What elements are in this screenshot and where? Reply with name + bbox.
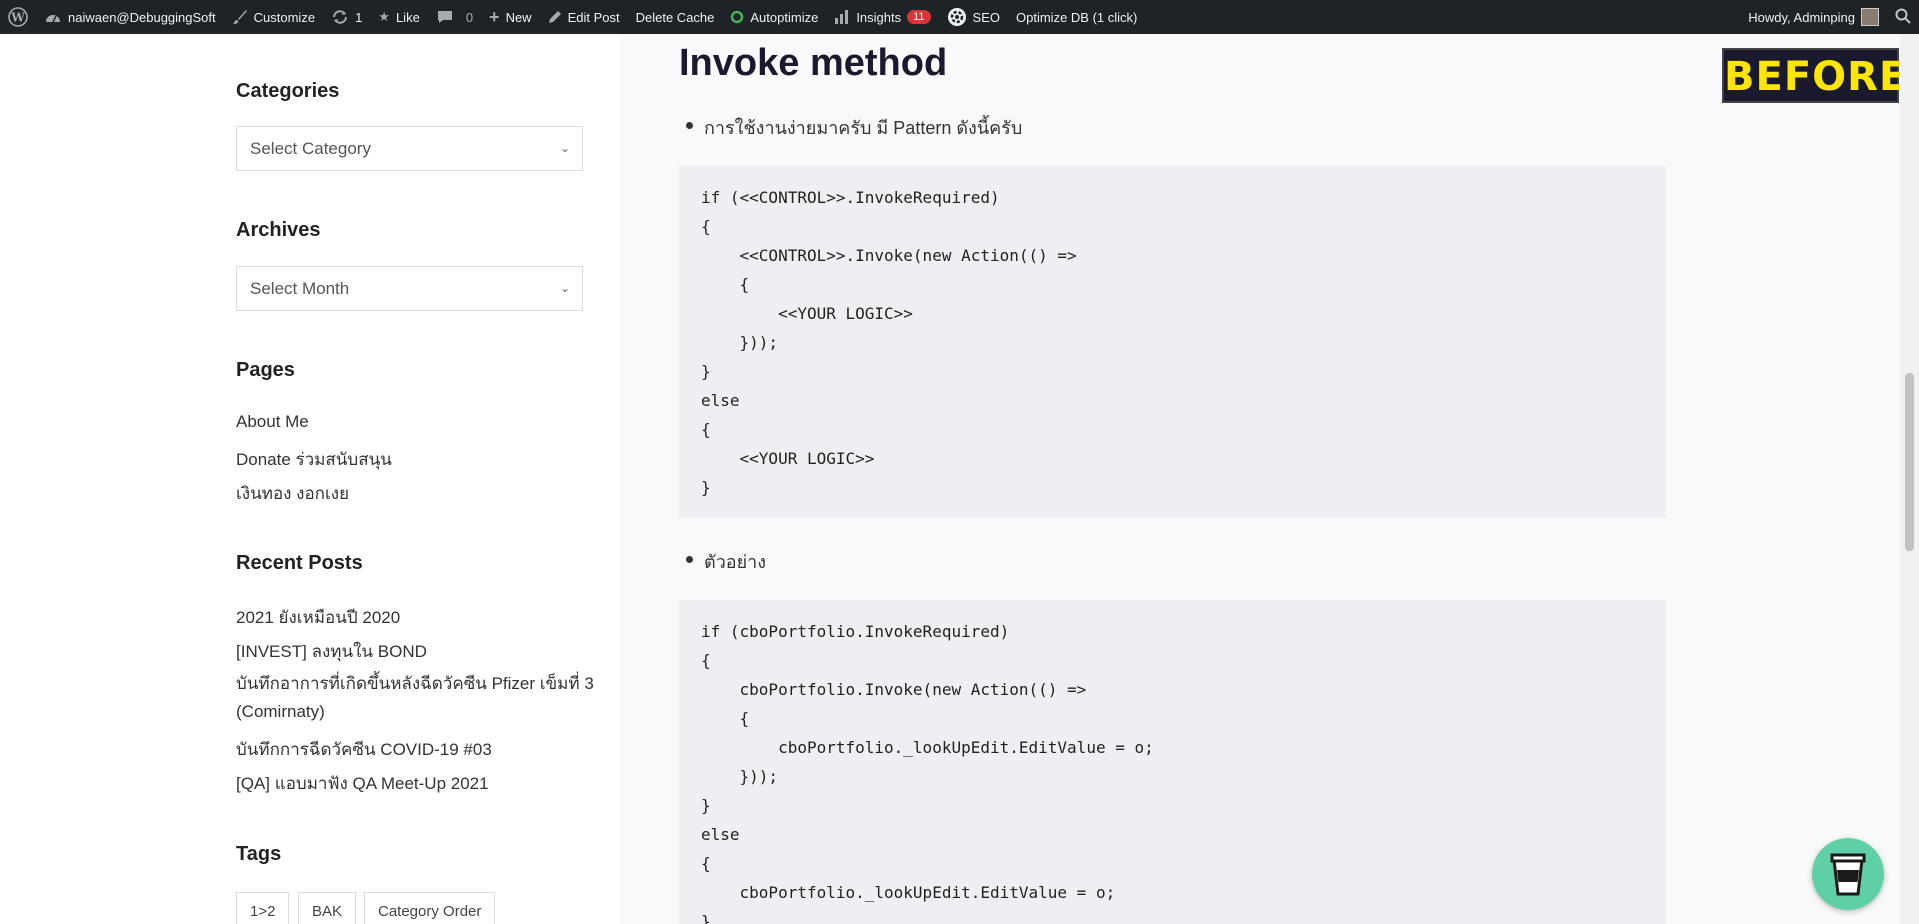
section-heading: Invoke method bbox=[679, 42, 948, 84]
tag-link[interactable]: 1>2 bbox=[236, 892, 290, 924]
brush-icon bbox=[232, 9, 248, 25]
delete-cache-menu[interactable]: Delete Cache bbox=[628, 0, 723, 34]
comments-menu[interactable]: 0 bbox=[428, 0, 481, 34]
category-select[interactable]: Select Category ⌄ bbox=[236, 126, 583, 171]
code-line: cboPortfolio.Invoke(new Action(() => bbox=[701, 680, 1087, 699]
code-line: if (<<CONTROL>>.InvokeRequired) bbox=[701, 188, 1000, 207]
code-line: if (cboPortfolio.InvokeRequired) bbox=[701, 622, 1010, 641]
insights-label: Insights bbox=[856, 9, 902, 25]
pages-title: Pages bbox=[236, 359, 295, 381]
code-line: { bbox=[701, 854, 711, 873]
new-content-menu[interactable]: + New bbox=[481, 0, 540, 34]
code-block-example: if (cboPortfolio.InvokeRequired) { cboPo… bbox=[679, 600, 1666, 924]
optimize-db-menu[interactable]: Optimize DB (1 click) bbox=[1008, 0, 1145, 34]
page-link-about[interactable]: About Me bbox=[236, 412, 309, 432]
search-icon bbox=[1895, 8, 1911, 27]
category-select-value: Select Category bbox=[250, 139, 371, 158]
code-line: cboPortfolio._lookUpEdit.EditValue = o; bbox=[701, 738, 1154, 757]
seo-label: SEO bbox=[972, 9, 1001, 25]
code-line: else bbox=[701, 825, 740, 844]
code-line: })); bbox=[701, 333, 779, 352]
site-name-menu[interactable]: naiwaen@DebuggingSoft bbox=[36, 0, 224, 34]
edit-post-menu[interactable]: Edit Post bbox=[540, 0, 628, 34]
status-circle-icon bbox=[730, 10, 744, 24]
tag-link[interactable]: Category Order bbox=[364, 892, 496, 924]
coffee-cup-icon bbox=[1830, 853, 1866, 896]
optimize-db-label: Optimize DB (1 click) bbox=[1016, 9, 1138, 25]
code-line: { bbox=[701, 420, 711, 439]
avatar bbox=[1861, 8, 1879, 26]
account-menu[interactable]: Howdy, Adminping bbox=[1740, 0, 1887, 34]
code-line: { bbox=[701, 651, 711, 670]
code-line: else bbox=[701, 391, 740, 410]
code-line: } bbox=[701, 796, 711, 815]
tag-link[interactable]: BAK bbox=[298, 892, 357, 924]
recent-posts-title: Recent Posts bbox=[236, 552, 363, 574]
page-link-donate[interactable]: Donate ร่วมสนับสนุน bbox=[236, 446, 392, 473]
plus-icon: + bbox=[489, 6, 500, 27]
svg-text:W: W bbox=[10, 11, 25, 25]
code-line: } bbox=[701, 912, 711, 924]
recent-post-link[interactable]: บันทึกการฉีดวัคซีน COVID-19 #03 bbox=[236, 736, 492, 763]
comments-count: 0 bbox=[465, 9, 474, 25]
customize-label: Customize bbox=[253, 9, 316, 25]
delete-cache-label: Delete Cache bbox=[635, 9, 715, 25]
code-block-pattern: if (<<CONTROL>>.InvokeRequired) { <<CONT… bbox=[679, 166, 1666, 518]
archive-select[interactable]: Select Month ⌄ bbox=[236, 266, 583, 311]
dashboard-icon bbox=[44, 9, 62, 25]
coffee-cup-button[interactable] bbox=[1812, 838, 1884, 910]
recent-post-link[interactable]: [QA] แอบมาฟัง QA Meet-Up 2021 bbox=[236, 770, 489, 797]
recent-post-link[interactable]: [INVEST] ลงทุนใน BOND bbox=[236, 638, 427, 665]
site-name: naiwaen@DebuggingSoft bbox=[68, 9, 216, 25]
autoptimize-menu[interactable]: Autoptimize bbox=[722, 0, 826, 34]
updates-count: 1 bbox=[355, 9, 363, 25]
bullet-text: การใช้งานง่ายมาครับ มี Pattern ดังนี้ครั… bbox=[685, 113, 1022, 142]
recent-post-link[interactable]: 2021 ยังเหมือนปี 2020 bbox=[236, 604, 400, 631]
admin-bar: W naiwaen@DebuggingSoft Customize 1 ★ Li… bbox=[0, 0, 1919, 34]
code-line: })); bbox=[701, 767, 779, 786]
howdy-label: Howdy, Adminping bbox=[1748, 9, 1855, 25]
pencil-icon bbox=[548, 10, 562, 24]
bar-chart-icon bbox=[834, 9, 850, 25]
chevron-down-icon: ⌄ bbox=[559, 141, 570, 155]
code-line: { bbox=[701, 709, 750, 728]
comment-icon bbox=[436, 9, 454, 25]
like-label: Like bbox=[395, 9, 420, 25]
wordpress-logo-icon[interactable]: W bbox=[0, 0, 36, 34]
seo-gear-icon bbox=[947, 7, 967, 27]
code-line: { bbox=[701, 217, 711, 236]
before-badge: BEFORE bbox=[1722, 48, 1906, 103]
scrollbar-thumb[interactable] bbox=[1905, 373, 1914, 551]
updates-menu[interactable]: 1 bbox=[323, 0, 370, 34]
recent-post-link[interactable]: บันทึกอาการที่เกิดขึ้นหลังฉีดวัคซีน Pfiz… bbox=[236, 670, 596, 726]
insights-badge: 11 bbox=[907, 10, 931, 24]
code-line: cboPortfolio._lookUpEdit.EditValue = o; bbox=[701, 883, 1116, 902]
star-icon: ★ bbox=[378, 9, 390, 24]
search-button[interactable] bbox=[1887, 0, 1919, 34]
edit-post-label: Edit Post bbox=[567, 9, 620, 25]
customize-menu[interactable]: Customize bbox=[224, 0, 323, 34]
code-line: <<YOUR LOGIC>> bbox=[701, 304, 913, 323]
autoptimize-label: Autoptimize bbox=[750, 9, 819, 25]
categories-title: Categories bbox=[236, 80, 340, 102]
archive-select-value: Select Month bbox=[250, 279, 350, 298]
updates-icon bbox=[331, 9, 349, 25]
code-line: <<CONTROL>>.Invoke(new Action(() => bbox=[701, 246, 1077, 265]
code-line: } bbox=[701, 478, 711, 497]
new-label: New bbox=[505, 9, 532, 25]
page-link-money[interactable]: เงินทอง งอกเงย bbox=[236, 480, 349, 507]
code-line: <<YOUR LOGIC>> bbox=[701, 449, 875, 468]
archives-title: Archives bbox=[236, 219, 321, 241]
code-line: { bbox=[701, 275, 750, 294]
bullet-text: ตัวอย่าง bbox=[685, 547, 766, 576]
code-line: } bbox=[701, 362, 711, 381]
seo-menu[interactable]: SEO bbox=[939, 0, 1008, 34]
like-menu[interactable]: ★ Like bbox=[370, 0, 428, 34]
chevron-down-icon: ⌄ bbox=[559, 281, 570, 295]
tags-title: Tags bbox=[236, 843, 282, 865]
insights-menu[interactable]: Insights 11 bbox=[826, 0, 938, 34]
